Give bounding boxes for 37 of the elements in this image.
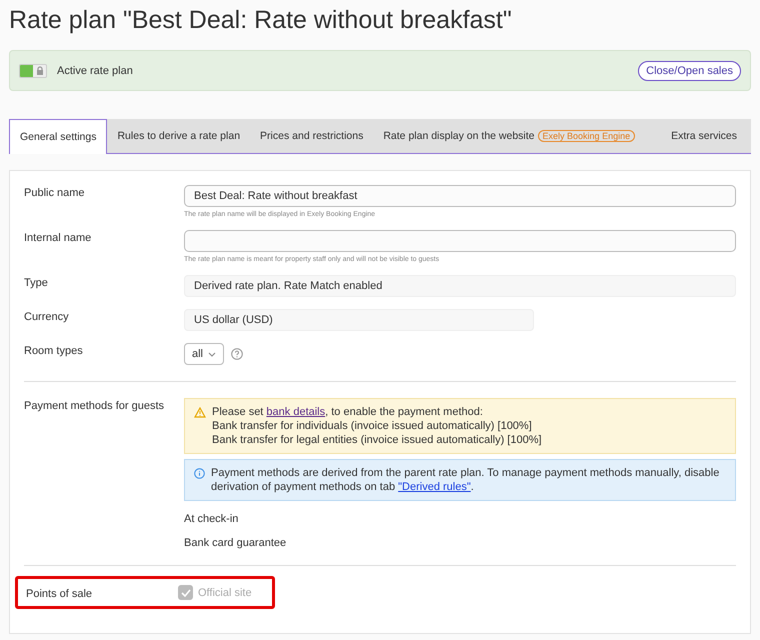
product-badge: Exely Booking Engine	[538, 130, 636, 142]
checkbox-label: Official site	[198, 586, 252, 598]
room-types-dropdown[interactable]: all	[184, 343, 224, 365]
text-input[interactable]: Best Deal: Rate without breakfast	[184, 185, 736, 207]
field-label: Public name	[24, 186, 86, 199]
readonly-field: Derived rate plan. Rate Match enabled	[184, 275, 736, 297]
payment-method: Bank card guarantee	[184, 537, 288, 549]
tab[interactable]: Rate plan display on the website Exely Booking Engine	[373, 119, 646, 153]
warning-line: Bank transfer for individuals (invoice issued automatically) [100%]	[212, 419, 533, 433]
field-label: Payment methods for guests	[24, 399, 166, 412]
readonly-field: US dollar (USD)	[184, 309, 534, 331]
derived-rules-link[interactable]: "Derived rules"	[398, 481, 471, 493]
tab[interactable]: General settings	[9, 119, 108, 154]
warning-text: Please set bank details, to enable the payment method:	[212, 405, 484, 419]
warning-line: Bank transfer for legal entities (invoice issued automatically) [100%]	[212, 433, 542, 447]
lock-icon	[36, 66, 44, 75]
help-icon[interactable]	[231, 348, 244, 360]
bank-details-link[interactable]: bank details	[266, 406, 326, 418]
tab[interactable]: Prices and restrictions	[250, 119, 374, 153]
field-label: Type	[24, 276, 49, 289]
toggle-switch[interactable]	[19, 64, 47, 78]
text-input[interactable]	[184, 230, 736, 252]
page-title: Rate plan "Best Deal: Rate without breakfast"	[9, 5, 513, 36]
info-icon	[194, 468, 205, 479]
close-open-sales-button[interactable]: Close/Open sales	[638, 60, 741, 80]
info-text: Payment methods are derived from the parent rate plan. To manage payment methods manually, disable derivation of payment methods on tab "Derived rules".	[211, 466, 720, 494]
payment-method: At check-in	[184, 513, 240, 525]
caret-icon	[208, 352, 216, 356]
field-label: Points of sale	[26, 586, 94, 600]
field-label: Internal name	[24, 231, 92, 244]
tab[interactable]: Extra services	[661, 119, 751, 153]
field-label: Room types	[24, 344, 84, 357]
field-label: Currency	[24, 310, 70, 323]
tab[interactable]: Rules to derive a rate plan	[107, 119, 250, 153]
status-label: Active rate plan	[57, 64, 134, 76]
warning-icon	[194, 407, 206, 418]
checkmark-icon	[180, 588, 190, 596]
